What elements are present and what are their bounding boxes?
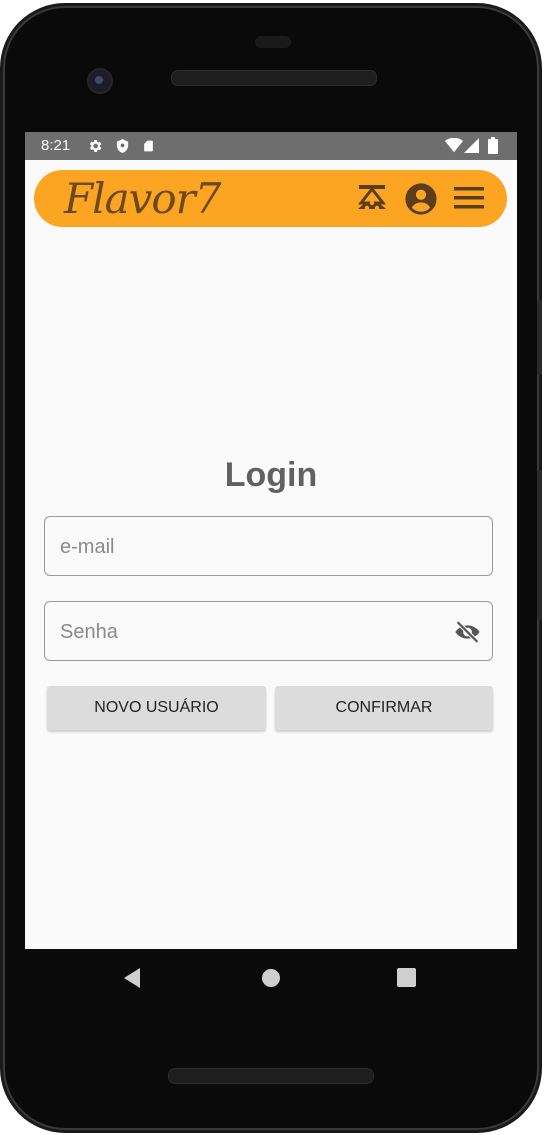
power-button — [537, 300, 542, 375]
confirm-button[interactable]: CONFIRMAR — [275, 686, 493, 730]
food-service-icon[interactable] — [355, 183, 389, 220]
page-title: Login — [224, 456, 318, 494]
email-field[interactable] — [44, 516, 493, 577]
status-bar: 8:21 — [25, 132, 517, 160]
recents-icon[interactable] — [397, 968, 416, 992]
signal-icon — [464, 138, 479, 157]
account-circle-icon[interactable] — [404, 182, 438, 221]
app-bar: Flavor7 — [34, 170, 507, 227]
top-speaker — [171, 70, 377, 86]
password-field[interactable] — [44, 601, 493, 662]
status-time: 8:21 — [41, 137, 71, 154]
shield-icon — [115, 138, 130, 158]
battery-icon — [488, 137, 498, 158]
earpiece — [255, 36, 291, 48]
volume-button — [537, 470, 542, 620]
new-user-button[interactable]: NOVO USUÁRIO — [47, 686, 266, 730]
wifi-icon — [445, 137, 463, 157]
back-icon[interactable] — [122, 967, 142, 994]
home-icon[interactable] — [261, 968, 281, 993]
bottom-speaker — [168, 1068, 374, 1084]
front-camera — [87, 68, 113, 94]
eye-off-icon[interactable] — [454, 620, 481, 648]
sd-card-icon — [142, 138, 155, 158]
app-logo[interactable]: Flavor7 — [64, 174, 221, 223]
settings-icon — [87, 138, 103, 158]
navigation-bar — [25, 949, 517, 1005]
menu-icon[interactable] — [454, 185, 484, 216]
password-input[interactable] — [58, 602, 442, 662]
screen: 8:21 Flavor7 Login e-mail NOVO USUÁRIO C… — [25, 132, 517, 949]
email-input[interactable] — [58, 517, 442, 577]
